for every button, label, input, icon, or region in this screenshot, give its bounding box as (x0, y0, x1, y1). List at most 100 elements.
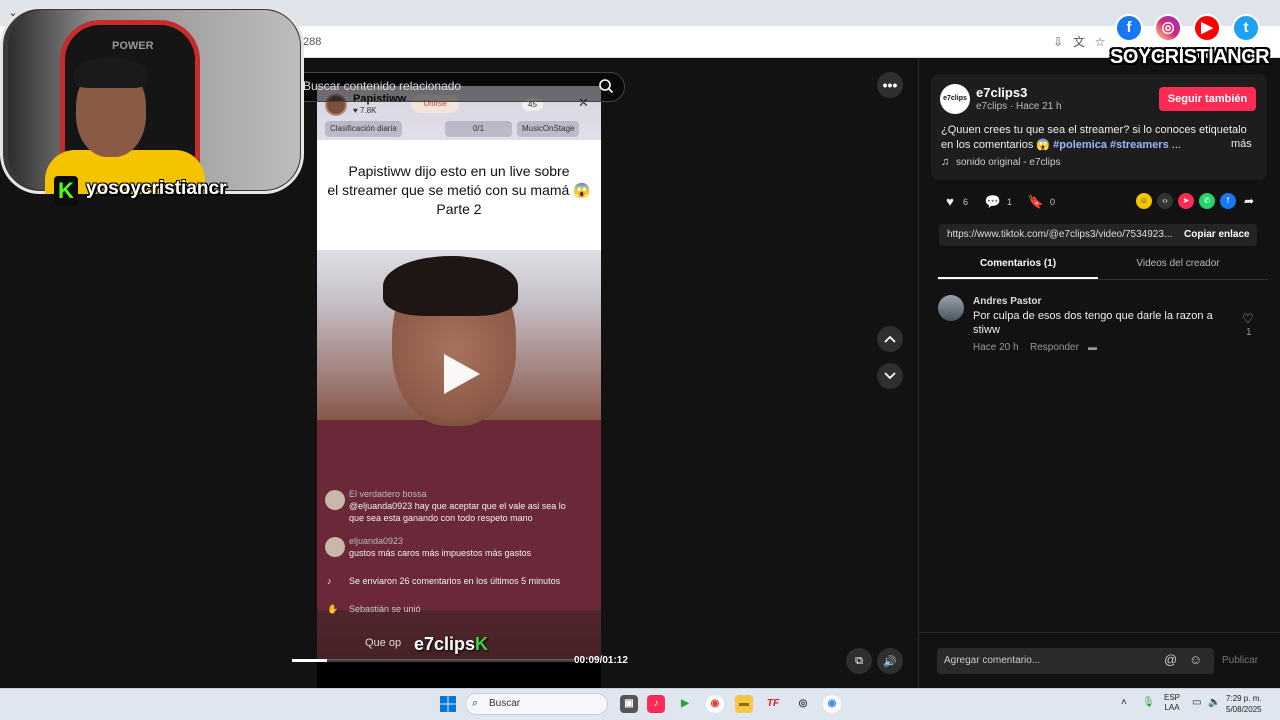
speaker-icon[interactable]: 🔈 (1208, 697, 1220, 708)
live-count-pill: 0/1 (445, 121, 512, 137)
task-view-icon[interactable]: ▣ (620, 695, 638, 713)
facebook-share-icon[interactable]: f (1220, 193, 1236, 209)
hashtags[interactable]: #polemica #streamers (1053, 139, 1169, 151)
more-options-button[interactable]: ••• (877, 72, 903, 98)
caption-line: el streamer que se metió con su mamá 😱 (327, 182, 591, 198)
progress-track[interactable] (292, 659, 574, 662)
youtube-icon: ▶ (1193, 14, 1221, 42)
volume-button[interactable]: 🔊 (877, 648, 903, 674)
obs-icon[interactable]: ◎ (794, 695, 812, 713)
search-icon[interactable] (598, 78, 614, 94)
clock-time: 7:29 p. m. (1226, 694, 1262, 703)
tray-chevron-icon[interactable]: ˄ (1121, 697, 1127, 708)
language-indicator[interactable]: ESP LAA (1164, 693, 1180, 713)
bookmark-icon[interactable]: 🔖 (1027, 194, 1045, 210)
caption-line: Parte 2 (436, 201, 482, 217)
taskbar-search[interactable] (465, 693, 608, 715)
tab-creator-videos[interactable]: Videos del creador (1098, 258, 1258, 269)
network-icon[interactable]: ▭ (1192, 697, 1201, 708)
watermark: e7clipsK (414, 634, 488, 655)
share-arrow-icon[interactable]: ➦ (1241, 193, 1257, 209)
chat-join-icon: ✋ (327, 604, 339, 614)
creator-subtitle: e7clips · Hace 21 h (976, 101, 1062, 112)
chat-message: que sea esta ganando con todo respeto ma… (349, 513, 533, 523)
chrome-icon[interactable]: ◉ (706, 695, 724, 713)
creator-liked-icon: ▬ (1088, 342, 1097, 352)
address-bar[interactable]: 288 (303, 36, 321, 48)
comment-icon[interactable]: 💬 (984, 194, 1002, 210)
like-count: 6 (963, 197, 969, 207)
chat-username: El verdadero bossa (349, 489, 427, 499)
clock[interactable]: 7:29 p. m. 5/08/2025 (1226, 693, 1262, 715)
comment-username[interactable]: Andres Pastor (973, 296, 1041, 307)
live-input-hint: Que op (365, 637, 402, 649)
tab-comments[interactable]: Comentarios (1) (938, 258, 1098, 269)
picture-in-picture-button[interactable]: ⧉ (846, 648, 872, 674)
watermark-text: e7clips (414, 634, 476, 654)
previous-video-button[interactable] (877, 326, 903, 352)
clock-date: 5/08/2025 (1226, 705, 1262, 714)
caption-line: Papistiww dijo esto en un live sobre (348, 163, 570, 179)
file-explorer-icon[interactable]: ▬ (735, 695, 753, 713)
comment-text: Por culpa de esos dos tengo que darle la… (973, 310, 1213, 336)
share-link[interactable]: https://www.tiktok.com/@e7clips3/video/7… (947, 229, 1175, 240)
comment-heart-icon[interactable]: ♡ (1242, 311, 1254, 327)
language-line: ESP (1164, 693, 1181, 702)
follow-button[interactable]: Seguir también (1159, 87, 1256, 111)
install-icon[interactable]: ⇩ (1051, 35, 1065, 49)
streamer-handle: yosoycristiancr (86, 178, 227, 199)
publish-button[interactable]: Publicar (1222, 655, 1258, 666)
video-letterbox (317, 660, 601, 688)
microphone-icon[interactable]: 🎙 (1142, 697, 1155, 708)
heart-icon[interactable]: ♥ (941, 194, 959, 210)
play-icon[interactable] (440, 352, 482, 396)
save-count: 0 (1050, 197, 1056, 207)
description-ellipsis: ... (1168, 139, 1181, 151)
reply-button[interactable]: Responder (1030, 342, 1079, 353)
chat-avatar (325, 490, 345, 510)
search-placeholder: Buscar contenido relacionado (303, 79, 462, 93)
progress-fill (292, 659, 328, 662)
windows-start-icon[interactable] (440, 696, 456, 712)
media-app-icon[interactable]: ▶ (676, 695, 694, 713)
avatar[interactable] (938, 295, 964, 321)
chat-message: gustos más caros más impuestos más gasto… (349, 548, 532, 558)
chevron-up-icon (884, 335, 896, 343)
mention-icon[interactable]: @ (1164, 652, 1177, 667)
live-music-pill: MusicOnStage (517, 121, 580, 137)
taskbar-search-label: Buscar (489, 698, 521, 709)
embed-icon[interactable]: ‹› (1157, 193, 1173, 209)
tab-active-indicator (938, 277, 1098, 279)
emoji-icon[interactable]: ☺ (1189, 652, 1202, 667)
search-icon: ⌕ (472, 697, 479, 709)
facebook-icon: f (1115, 14, 1143, 42)
watermark-k: K (475, 634, 489, 654)
tiktok-app-icon[interactable]: ♪ (647, 695, 665, 713)
whatsapp-icon[interactable]: ✆ (1199, 193, 1215, 209)
chat-avatar (325, 537, 345, 557)
creator-name[interactable]: e7clips3 (976, 85, 1027, 100)
friends-share-icon[interactable]: ☺ (1136, 193, 1152, 209)
chat-notice: Se enviaron 26 comentarios en los último… (349, 576, 561, 586)
comment-placeholder: Agregar comentario... (944, 655, 1041, 666)
language-line: LAA (1164, 703, 1180, 712)
social-handle: SOYCRISTIANCR (1110, 46, 1270, 68)
live-ranking-pill: Clasificación diaria (325, 121, 402, 137)
tf-app-icon[interactable]: TF (764, 695, 782, 713)
comment-count: 1 (1007, 197, 1013, 207)
send-icon[interactable]: ➤ (1178, 193, 1194, 209)
video-caption: Papistiww dijo esto en un live sobre el … (317, 162, 601, 219)
chrome-profile-icon[interactable]: ◉ (823, 695, 841, 713)
copy-link-button[interactable]: Copiar enlace (1184, 229, 1250, 240)
chat-join-notice: Sebastián se unió (349, 604, 421, 614)
comment-like-count: 1 (1246, 327, 1252, 338)
creator-avatar[interactable]: e7clips K (940, 84, 970, 132)
next-video-button[interactable] (877, 363, 903, 389)
chair-brand: POWER (112, 40, 154, 52)
bookmark-star-icon[interactable]: ☆ (1093, 35, 1107, 49)
more-link[interactable]: más (1231, 138, 1252, 150)
translate-icon[interactable]: 文 (1072, 35, 1086, 49)
sound-link[interactable]: sonido original - e7clips (956, 157, 1061, 168)
volume-icon: 🔊 (883, 655, 897, 668)
instagram-icon: ◎ (1154, 14, 1182, 42)
